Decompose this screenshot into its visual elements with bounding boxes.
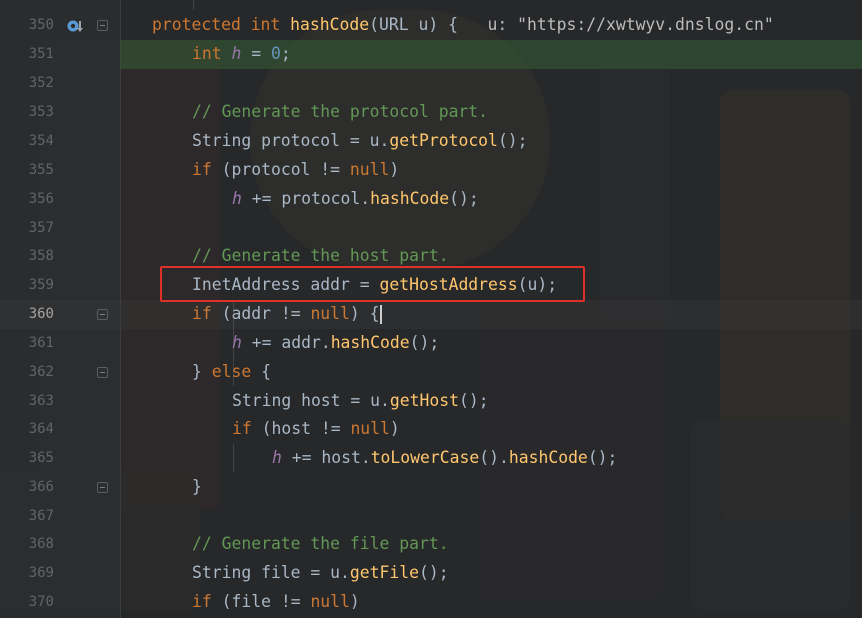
code-text: } else { — [192, 362, 271, 381]
line-number: 365 — [28, 450, 54, 466]
line-number: 350 — [28, 17, 54, 33]
code-line[interactable]: 364 if (host != null) — [0, 415, 862, 444]
code-line[interactable]: 365 h += host.toLowerCase().hashCode(); — [0, 444, 862, 473]
code-text: if (protocol != null) — [192, 160, 400, 179]
line-number: 362 — [28, 364, 54, 380]
code-text: String file = u.getFile(); — [192, 563, 449, 582]
code-text: int h = 0; — [192, 44, 291, 63]
code-line[interactable]: 366 } — [0, 473, 862, 502]
code-line[interactable]: 367 — [0, 502, 862, 531]
code-text: if (addr != null) { — [192, 304, 380, 323]
line-number: 359 — [28, 277, 54, 293]
code-line[interactable]: 361 h += addr.hashCode(); — [0, 329, 862, 358]
code-line[interactable]: 353 // Generate the protocol part. — [0, 98, 862, 127]
code-text: } — [192, 477, 202, 496]
code-text: h += addr.hashCode(); — [232, 333, 440, 352]
code-line[interactable]: 368 // Generate the file part. — [0, 530, 862, 559]
code-line[interactable]: 369 String file = u.getFile(); — [0, 559, 862, 588]
line-number: 358 — [28, 248, 54, 264]
code-text: h += host.toLowerCase().hashCode(); — [272, 448, 618, 467]
code-text: String host = u.getHost(); — [232, 391, 489, 410]
current-line-highlight — [0, 300, 862, 329]
line-number: 353 — [28, 104, 54, 120]
line-number: 352 — [28, 75, 54, 91]
code-comment: // Generate the protocol part. — [192, 102, 489, 121]
line-number: 360 — [28, 306, 54, 322]
code-text: String protocol = u.getProtocol(); — [192, 131, 528, 150]
line-number: 364 — [28, 421, 54, 437]
indent-guide — [233, 300, 234, 386]
code-line[interactable]: 362 } else { — [0, 358, 862, 387]
line-number: 369 — [28, 565, 54, 581]
fold-marker-icon[interactable] — [97, 482, 108, 493]
code-line-current[interactable]: 360 if (addr != null) { — [0, 300, 862, 329]
indent-guide — [193, 0, 194, 10]
line-number: 355 — [28, 162, 54, 178]
code-line[interactable]: 354 String protocol = u.getProtocol(); — [0, 127, 862, 156]
line-number: 351 — [28, 46, 54, 62]
line-number: 367 — [28, 508, 54, 524]
code-line[interactable]: 352 — [0, 69, 862, 98]
code-editor[interactable]: 350 protected int hashCode(URL u) { u: "… — [0, 0, 862, 618]
line-number: 366 — [28, 479, 54, 495]
fold-marker-icon[interactable] — [97, 20, 108, 31]
code-text: h += protocol.hashCode(); — [232, 189, 479, 208]
code-line[interactable]: 355 if (protocol != null) — [0, 156, 862, 185]
indent-guide — [233, 444, 234, 472]
breakpoint-override-icon[interactable] — [66, 18, 84, 38]
line-number: 363 — [28, 393, 54, 409]
highlight-box — [160, 266, 585, 302]
code-line[interactable]: 356 h += protocol.hashCode(); — [0, 185, 862, 214]
code-line[interactable]: 370 if (file != null) — [0, 588, 862, 617]
text-caret — [380, 305, 382, 324]
line-number: 354 — [28, 133, 54, 149]
code-line[interactable]: 357 — [0, 214, 862, 243]
line-number: 357 — [28, 220, 54, 236]
code-text: if (host != null) — [232, 419, 400, 438]
code-text: protected int hashCode(URL u) { u: "http… — [152, 15, 774, 34]
code-line[interactable]: 351 int h = 0; — [0, 40, 862, 69]
fold-marker-icon[interactable] — [97, 367, 108, 378]
inlay-hint: u: "https://xwtwyv.dnslog.cn" — [487, 15, 774, 34]
code-comment: // Generate the file part. — [192, 534, 449, 553]
code-text: if (file != null) — [192, 592, 360, 611]
line-number: 361 — [28, 335, 54, 351]
code-line[interactable]: 350 protected int hashCode(URL u) { u: "… — [0, 11, 862, 40]
code-line[interactable]: 363 String host = u.getHost(); — [0, 387, 862, 416]
line-number: 370 — [28, 594, 54, 610]
line-number: 368 — [28, 536, 54, 552]
fold-marker-icon[interactable] — [97, 309, 108, 320]
line-number: 356 — [28, 191, 54, 207]
